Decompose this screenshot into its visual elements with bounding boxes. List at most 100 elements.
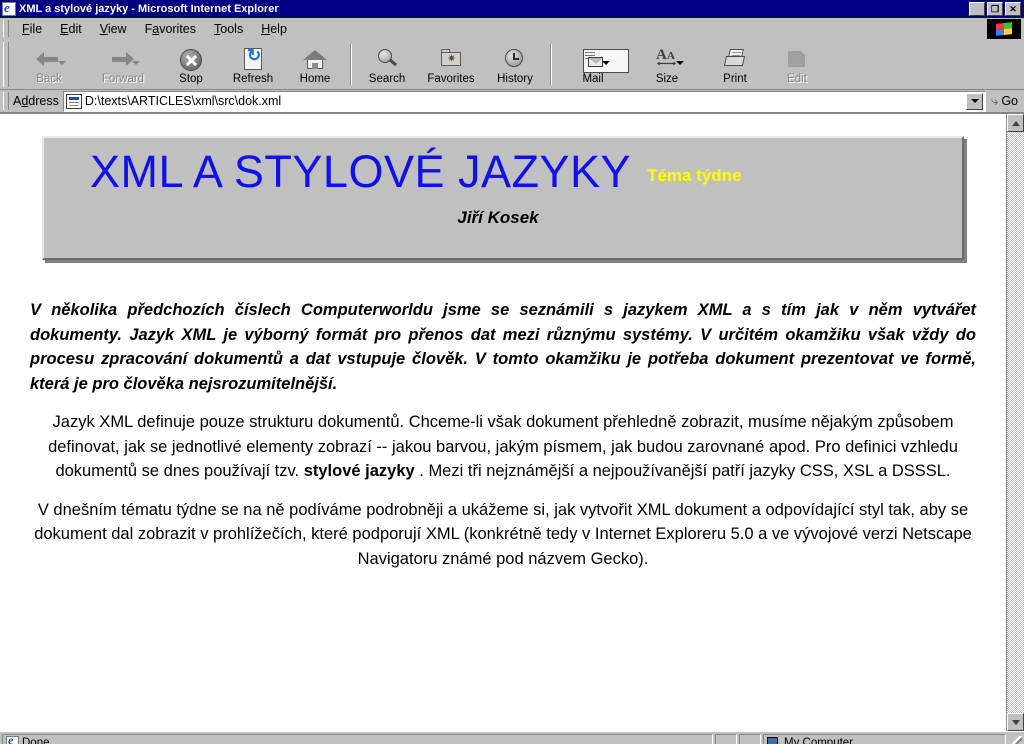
ie-status-icon (6, 736, 19, 744)
topic-badge: Téma týdne (647, 166, 742, 185)
article-author: Jiří Kosek (457, 208, 539, 227)
address-drag-grip[interactable] (3, 92, 9, 110)
printer-icon (722, 48, 748, 72)
banner-title-line: XML A STYLOVÉ JAZYKY Téma týdne (56, 144, 950, 200)
go-label: Go (1001, 94, 1018, 108)
toolbar-label-history: History (497, 72, 533, 85)
status-bar: Done My Computer (0, 731, 1024, 744)
mail-icon (580, 48, 629, 73)
toolbar-button-back[interactable]: Back (12, 40, 86, 89)
toolbar-label-mail: Mail (582, 72, 604, 85)
scroll-down-button[interactable] (1007, 713, 1024, 731)
menu-item-favorites[interactable]: Favorites (136, 20, 205, 38)
close-button[interactable]: ✕ (1005, 2, 1021, 16)
vertical-scrollbar[interactable] (1006, 114, 1024, 731)
menu-accesskey: E (60, 21, 69, 36)
minimize-button[interactable]: _ (969, 2, 985, 16)
edit-page-icon (784, 48, 810, 72)
menu-accesskey: H (261, 21, 271, 36)
toolbar-label-back: Back (36, 72, 62, 85)
window-controls: _ ❐ ✕ (969, 2, 1023, 16)
chevron-down-icon (970, 99, 979, 103)
address-value: D:\texts\ARTICLES\xml\src\dok.xml (84, 94, 282, 108)
chevron-down-icon[interactable] (132, 60, 140, 65)
toolbar-label-refresh: Refresh (232, 72, 274, 85)
forward-arrow-icon (110, 48, 140, 72)
status-progress-panel (715, 733, 737, 744)
go-button[interactable]: ⤷ Go (986, 93, 1024, 109)
inline-emphasis: stylové jazyky (303, 462, 415, 480)
menu-label-post: ools (220, 21, 244, 36)
address-label: Address (13, 94, 59, 108)
toolbar-button-mail[interactable]: Mail (556, 40, 630, 89)
favorites-folder-icon: ✷ (438, 48, 464, 72)
go-arrow-icon: ⤷ (991, 93, 999, 108)
document-page: XML A STYLOVÉ JAZYKY Téma týdne Jiří Kos… (0, 114, 1006, 731)
menu-item-tools[interactable]: Tools (205, 20, 252, 38)
menu-accesskey: V (99, 21, 108, 36)
toolbar-separator (350, 44, 352, 85)
menu-item-view[interactable]: View (91, 20, 136, 38)
menu-item-help[interactable]: Help (252, 20, 296, 38)
triangle-up-icon (1011, 120, 1020, 126)
toolbar-button-edit: Edit (766, 40, 828, 89)
toolbar-label-stop: Stop (179, 72, 203, 85)
menu-drag-grip[interactable] (3, 20, 9, 37)
menu-bar: File Edit View Favorites Tools Help (0, 18, 1024, 40)
lead-paragraph: V několika předchozích číslech Computerw… (30, 301, 976, 393)
body-paragraph-2: Jazyk XML definuje pouze strukturu dokum… (30, 410, 976, 484)
toolbar-label-print: Print (723, 72, 747, 85)
toolbar-button-size[interactable]: AA Size (630, 40, 704, 89)
title-bar: XML a stylové jazyky - Microsoft Interne… (0, 0, 1024, 18)
status-text: Done (22, 736, 50, 744)
toolbar-button-favorites[interactable]: ✷ Favorites (418, 40, 484, 89)
stop-icon (178, 48, 204, 72)
article-banner: XML A STYLOVÉ JAZYKY Téma týdne Jiří Kos… (42, 136, 964, 260)
address-label-post: dress (28, 94, 59, 108)
font-size-icon: AA (654, 47, 684, 72)
article-title: XML A STYLOVÉ JAZYKY (90, 146, 632, 197)
toolbar-label-edit: Edit (787, 72, 807, 85)
back-arrow-icon (36, 48, 66, 72)
address-bar: Address D:\texts\ARTICLES\xml\src\dok.xm… (0, 90, 1024, 113)
toolbar-drag-grip[interactable] (3, 42, 9, 87)
toolbar-button-home[interactable]: Home (284, 40, 346, 89)
browser-toolbar: Back Forward Stop Refresh Home Search ✷ … (0, 40, 1024, 90)
scroll-up-button[interactable] (1007, 114, 1024, 132)
toolbar-separator (550, 44, 552, 85)
toolbar-button-forward[interactable]: Forward (86, 40, 160, 89)
menu-item-file[interactable]: File (13, 20, 51, 38)
menu-accesskey: F (22, 21, 30, 36)
toolbar-label-size: Size (655, 72, 679, 85)
address-dropdown-button[interactable] (966, 92, 984, 110)
body-paragraph-3: V dnešním tématu týdne se na ně podíváme… (34, 500, 972, 568)
restore-button[interactable]: ❐ (987, 2, 1003, 16)
toolbar-button-search[interactable]: Search (356, 40, 418, 89)
menu-label-post: vorites (159, 21, 197, 36)
toolbar-label-search: Search (368, 72, 406, 85)
toolbar-label-favorites: Favorites (427, 72, 475, 85)
toolbar-button-history[interactable]: History (484, 40, 546, 89)
status-message-panel: Done (2, 733, 713, 744)
minimize-icon: _ (974, 6, 980, 17)
paragraph-text-part2: . Mezi tři nejznámější a nejpoužívanější… (414, 462, 951, 480)
toolbar-button-print[interactable]: Print (704, 40, 766, 89)
menu-item-edit[interactable]: Edit (51, 20, 91, 38)
refresh-icon (240, 46, 266, 72)
menu-label-post: iew (107, 21, 127, 36)
security-zone-panel[interactable]: My Computer (763, 733, 1006, 744)
toolbar-label-home: Home (299, 72, 331, 85)
my-computer-icon (767, 736, 781, 744)
toolbar-button-stop[interactable]: Stop (160, 40, 222, 89)
toolbar-button-refresh[interactable]: Refresh (222, 40, 284, 89)
chevron-down-icon[interactable] (58, 60, 66, 65)
chevron-down-icon[interactable] (602, 60, 610, 65)
chevron-down-icon[interactable] (676, 60, 684, 65)
menu-label-post: dit (68, 21, 82, 36)
address-input[interactable]: D:\texts\ARTICLES\xml\src\dok.xml (62, 90, 987, 112)
resize-grip[interactable] (1008, 735, 1022, 744)
menu-label-post: ile (29, 21, 43, 36)
restore-icon: ❐ (990, 3, 1000, 14)
search-icon (374, 48, 400, 72)
scrollbar-track[interactable] (1007, 132, 1024, 713)
